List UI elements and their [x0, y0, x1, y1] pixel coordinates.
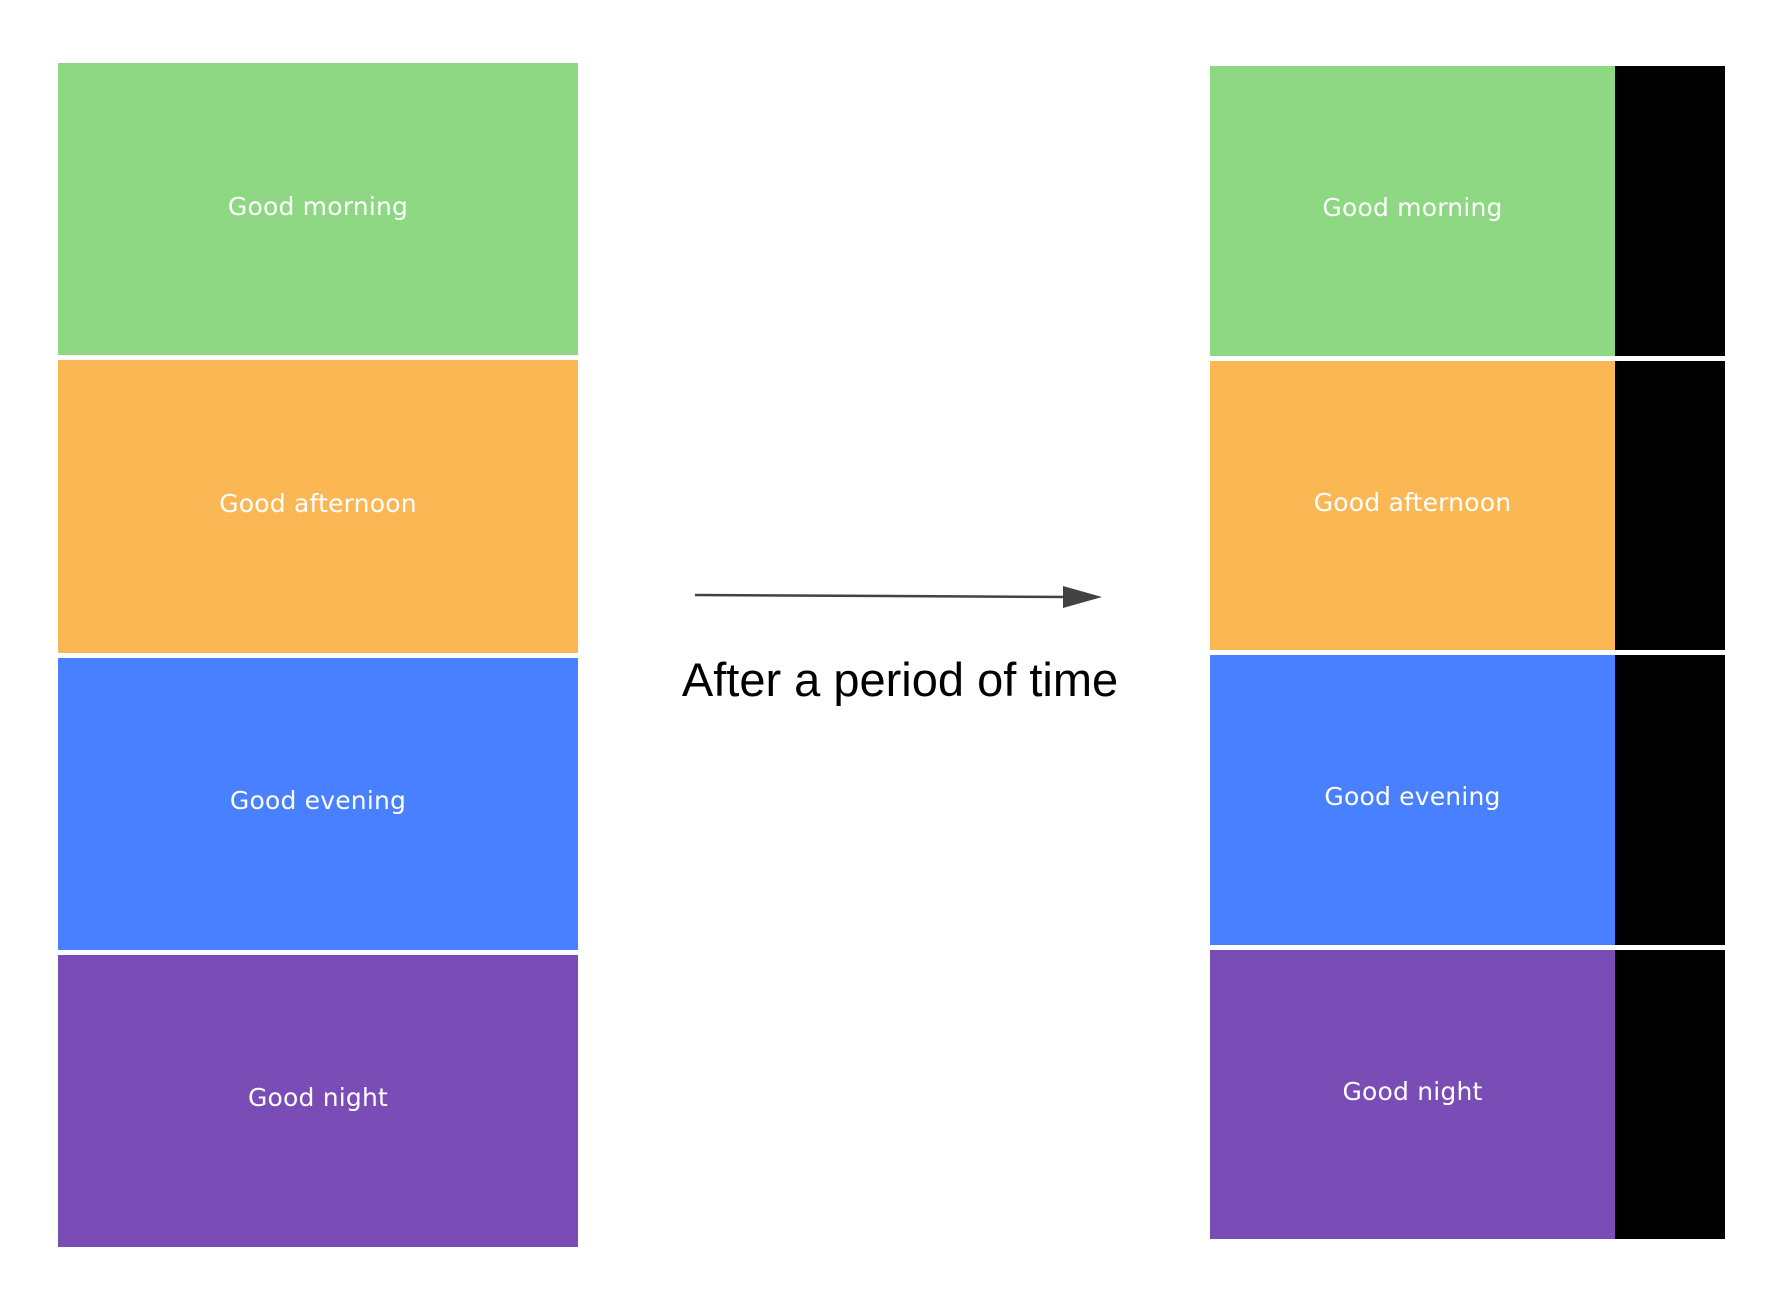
before-block-morning: Good morning [58, 63, 578, 356]
before-block-label: Good night [247, 1083, 389, 1113]
after-panel: Good morning Good afternoon Good evening… [1210, 66, 1725, 1239]
after-block-dark-overlay [1615, 655, 1725, 945]
before-block-morning-fill: Good morning [58, 63, 578, 356]
after-block-label: Good afternoon [1313, 487, 1512, 517]
before-block-afternoon-fill: Good afternoon [58, 360, 578, 653]
transition-arrowhead [1063, 586, 1102, 608]
before-block-night-fill: Good night [58, 954, 578, 1247]
before-block-label: Good afternoon [219, 488, 417, 518]
after-block-morning-fill: Good morning [1210, 66, 1615, 356]
before-block-label: Good morning [227, 191, 409, 221]
before-block-afternoon: Good afternoon [58, 360, 578, 653]
after-block-label: Good evening [1324, 782, 1501, 812]
after-block-afternoon-fill: Good afternoon [1210, 360, 1615, 650]
before-block-label: Good evening [229, 786, 407, 816]
after-block-dark-overlay [1615, 66, 1725, 356]
after-block-afternoon: Good afternoon [1210, 360, 1725, 650]
after-block-dark-overlay [1615, 360, 1725, 650]
before-block-night: Good night [58, 954, 578, 1247]
before-block-evening: Good evening [58, 657, 578, 950]
transition-caption: After a period of time [681, 653, 1119, 706]
after-block-evening-fill: Good evening [1210, 655, 1615, 945]
before-block-evening-fill: Good evening [58, 657, 578, 950]
after-block-night-fill: Good night [1210, 949, 1615, 1239]
transition-arrow-shaft [694, 593, 1071, 599]
before-panel: Good morning Good afternoon Good evening… [58, 63, 578, 1247]
after-block-evening: Good evening [1210, 655, 1725, 945]
after-block-label: Good morning [1322, 193, 1503, 223]
after-block-dark-overlay [1615, 949, 1725, 1239]
transition-arrow-icon [694, 586, 1102, 608]
after-block-night: Good night [1210, 949, 1725, 1239]
after-block-morning: Good morning [1210, 66, 1725, 356]
after-block-label: Good night [1342, 1076, 1483, 1106]
